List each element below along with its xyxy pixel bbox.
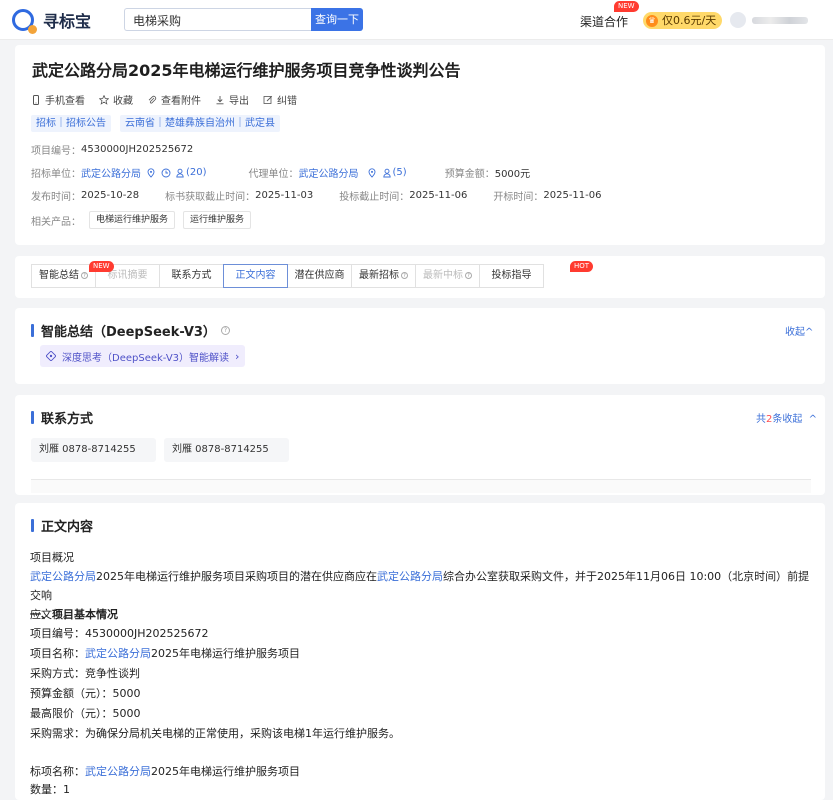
dates-row: 发布时间： 2025-10-28 标书获取截止时间： 2025-11-03 投标… [31, 190, 602, 203]
channel-cooperation-link[interactable]: 渠道合作 [580, 13, 628, 30]
favorite-button[interactable]: 收藏 [99, 92, 133, 107]
vip-price-text: 仅0.6元/天 [662, 14, 717, 27]
hot-badge: HOT [570, 261, 594, 272]
org-link[interactable]: 武定公路分局 [30, 570, 96, 583]
org-link[interactable]: 武定公路分局 [377, 570, 443, 583]
tender-unit-link[interactable]: 武定公路分局 [81, 165, 141, 180]
paperclip-icon [148, 95, 157, 103]
tab-contact[interactable]: 联系方式 [159, 264, 224, 288]
tab-content[interactable]: 正文内容 [223, 264, 288, 288]
section-bar [31, 411, 34, 424]
project-name-line: 项目名称：武定公路分局2025年电梯运行维护服务项目 [30, 647, 300, 660]
help-icon: ? [81, 271, 88, 279]
project-no-row: 项目编号： 4530000JH202525672 [31, 144, 194, 157]
org-link[interactable]: 武定公路分局 [85, 647, 151, 660]
logo-text: 寻标宝 [43, 12, 92, 31]
category-tag[interactable]: 招标｜招标公告 [31, 115, 111, 132]
tab-smart-summary[interactable]: 智能总结? [31, 264, 96, 288]
logo[interactable]: 寻标宝 [12, 8, 92, 34]
lot-name-line: 标项名称：武定公路分局2025年电梯运行维护服务项目 [30, 765, 300, 778]
quantity-line: 数量：1 [30, 783, 70, 796]
page-title: 武定公路分局2025年电梯运行维护服务项目竞争性谈判公告 [32, 61, 461, 80]
new-badge: NEW [614, 1, 639, 12]
tab-latest-tenders[interactable]: 最新招标? [351, 264, 416, 288]
top-header: 寻标宝 电梯采购 查询一下 渠道合作 NEW ♛ 仅0.6元/天 [0, 0, 833, 40]
bid-deadline-date: 2025-11-06 [409, 190, 468, 201]
help-icon: ? [465, 271, 472, 279]
blurred-username[interactable] [752, 17, 808, 24]
location-icon[interactable] [367, 167, 377, 178]
search-input[interactable]: 电梯采购 [124, 8, 311, 31]
chevron-right-icon: › [235, 349, 240, 363]
agent-unit-link[interactable]: 武定公路分局 [299, 165, 359, 180]
smart-summary-card: 智能总结（DeepSeek-V3） ? 收起^ 深度思考（DeepSeek-V3… [15, 308, 825, 384]
publish-date: 2025-10-28 [81, 190, 140, 201]
overview-paragraph: 武定公路分局2025年电梯运行维护服务项目采购项目的潜在供应商应在武定公路分局综… [30, 570, 810, 621]
notice-tags: 招标｜招标公告 云南省｜楚雄彝族自治州｜武定县 [31, 115, 280, 132]
view-attachment-button[interactable]: 查看附件 [147, 92, 201, 107]
section-heading: 一、项目基本情况 [30, 608, 118, 621]
overview-heading: 项目概况 [30, 551, 74, 564]
crown-icon: ♛ [646, 14, 658, 27]
product-tag[interactable]: 运行维护服务 [183, 211, 252, 229]
contact-item: 刘雁 0878-8714255 [31, 438, 156, 462]
vip-price-button[interactable]: ♛ 仅0.6元/天 [643, 12, 723, 29]
clock-icon[interactable] [161, 168, 171, 178]
ai-spark-icon [46, 351, 56, 361]
report-error-button[interactable]: 纠错 [263, 92, 297, 107]
people-icon[interactable] [176, 168, 186, 178]
org-link[interactable]: 武定公路分局 [85, 765, 151, 778]
budget-line: 预算金额（元）：5000 [30, 687, 141, 700]
action-toolbar: 手机查看 收藏 查看附件 导出 纠错 [31, 92, 297, 107]
tab-latest-awards[interactable]: 最新中标? [415, 264, 480, 288]
method-line: 采购方式：竞争性谈判 [30, 667, 140, 680]
avatar[interactable] [730, 12, 746, 28]
region-tag[interactable]: 云南省｜楚雄彝族自治州｜武定县 [120, 115, 280, 132]
star-icon [99, 94, 109, 105]
new-badge: NEW [89, 261, 114, 272]
smart-summary-title: 智能总结（DeepSeek-V3） ? [31, 321, 230, 340]
summary-collapse-link[interactable]: 收起^ [785, 323, 813, 338]
content-title: 正文内容 [31, 516, 93, 535]
contact-item: 刘雁 0878-8714255 [164, 438, 289, 462]
project-no-line: 项目编号：4530000JH202525672 [30, 627, 209, 640]
contact-divider [31, 479, 811, 493]
download-icon [216, 95, 224, 104]
contact-collapse-link[interactable]: 共2条收起 ^ [756, 410, 817, 425]
edit-icon [263, 95, 273, 104]
location-icon[interactable] [146, 167, 156, 178]
content-card: 正文内容 项目概况 武定公路分局2025年电梯运行维护服务项目采购项目的潜在供应… [15, 503, 825, 800]
deep-think-button[interactable]: 深度思考（DeepSeek-V3）智能解读 › [40, 345, 246, 367]
search-button[interactable]: 查询一下 [311, 8, 363, 31]
mobile-icon [33, 94, 39, 105]
product-tag[interactable]: 电梯运行维护服务 [89, 211, 176, 229]
doc-deadline-date: 2025-11-03 [255, 190, 314, 201]
help-icon[interactable]: ? [220, 326, 230, 335]
people-icon[interactable] [382, 168, 393, 178]
chevron-up-icon: ^ [808, 414, 817, 425]
export-button[interactable]: 导出 [215, 92, 249, 107]
products-row: 相关产品： 电梯运行维护服务 运行维护服务 [31, 211, 252, 229]
max-price-line: 最高限价（元）：5000 [30, 707, 141, 720]
unit-row: 招标单位： 武定公路分局 (20) 代理单位： 武定公路分局 (5) 预算金额：… [31, 165, 531, 180]
contact-card: 联系方式 共2条收起 ^ 刘雁 0878-8714255 刘雁 0878-871… [15, 395, 825, 495]
help-icon: ? [401, 271, 408, 279]
project-no-value: 4530000JH202525672 [81, 144, 194, 155]
logo-icon [12, 9, 37, 34]
mobile-view-button[interactable]: 手机查看 [31, 92, 85, 107]
chevron-up-icon: ^ [805, 327, 814, 338]
requirement-line: 采购需求：为确保分局机关电梯的正常使用，采购该电梯1年运行维护服务。 [30, 727, 400, 740]
tab-potential-suppliers[interactable]: 潜在供应商 [287, 264, 352, 288]
tab-bid-guidance[interactable]: 投标指导 [479, 264, 544, 288]
agent-unit-count[interactable]: (5) [393, 167, 407, 178]
notice-info-card: 武定公路分局2025年电梯运行维护服务项目竞争性谈判公告 手机查看 收藏 查看附… [15, 45, 825, 245]
open-date: 2025-11-06 [543, 190, 602, 201]
section-bar [31, 519, 34, 532]
budget-value: 5000元 [494, 169, 531, 180]
tender-unit-count[interactable]: (20) [186, 167, 207, 178]
section-bar [31, 324, 34, 337]
contact-title: 联系方式 [31, 408, 93, 427]
tab-bar-card: 智能总结? 标讯摘要 联系方式 正文内容 潜在供应商 最新招标? 最新中标? 投… [15, 256, 825, 298]
